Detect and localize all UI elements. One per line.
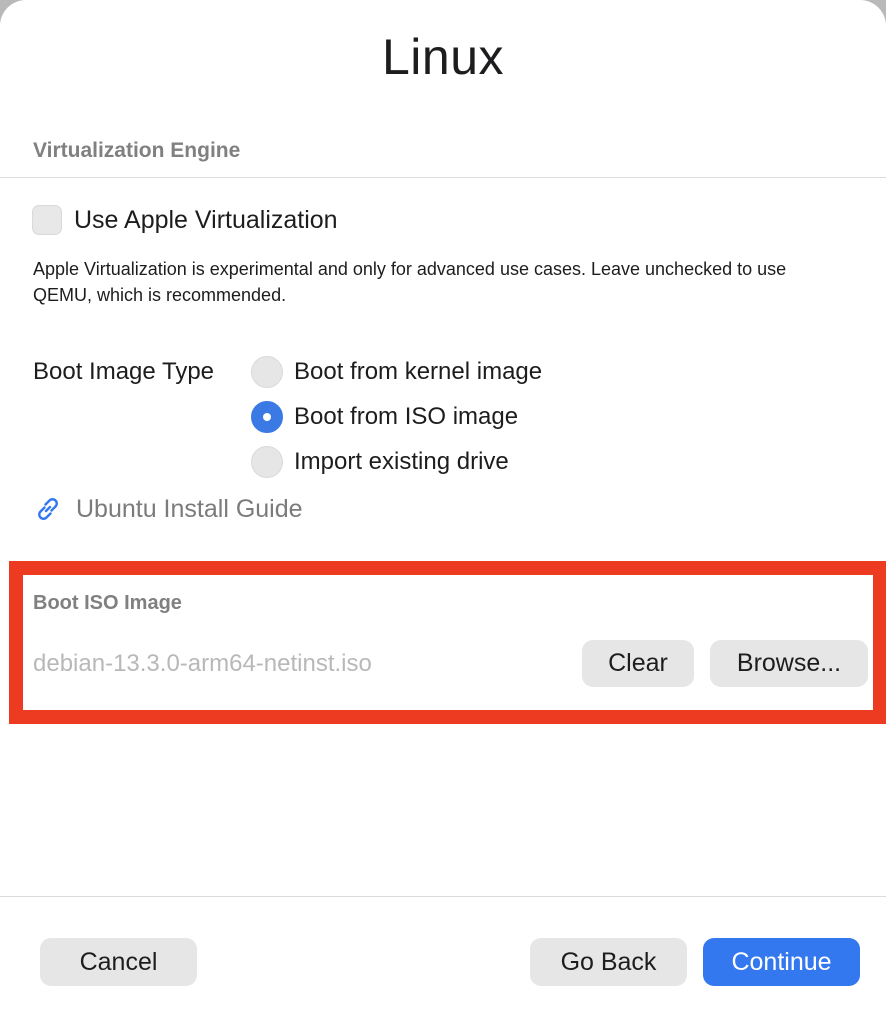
virtualization-description: Apple Virtualization is experimental and…	[33, 259, 787, 305]
continue-button[interactable]: Continue	[703, 938, 860, 986]
link-icon	[38, 498, 58, 520]
radio-label: Boot from ISO image	[294, 403, 519, 430]
boot-image-type-label: Boot Image Type	[33, 358, 215, 385]
radio-label: Import existing drive	[294, 448, 509, 475]
radio-button[interactable]	[251, 356, 283, 388]
radio-boot-iso[interactable]: Boot from ISO image	[251, 401, 518, 433]
iso-file-path: debian-13.3.0-arm64-netinst.iso	[33, 650, 372, 677]
radio-button-selected[interactable]	[251, 401, 283, 433]
radio-button[interactable]	[251, 446, 283, 478]
header-divider	[0, 177, 886, 178]
apple-virtualization-checkbox-row[interactable]: Use Apple Virtualization	[32, 205, 338, 235]
linux-setup-window: Linux Virtualization Engine Use Apple Vi…	[0, 0, 886, 1018]
clear-button[interactable]: Clear	[582, 640, 694, 687]
boot-iso-image-header: Boot ISO Image	[33, 592, 182, 614]
radio-import-drive[interactable]: Import existing drive	[251, 446, 509, 478]
cancel-button[interactable]: Cancel	[40, 938, 197, 986]
page-title: Linux	[381, 29, 505, 85]
virtualization-engine-header: Virtualization Engine	[33, 139, 241, 162]
guide-link-text: Ubuntu Install Guide	[76, 494, 303, 523]
radio-label: Boot from kernel image	[294, 358, 543, 385]
radio-boot-kernel[interactable]: Boot from kernel image	[251, 356, 542, 388]
ubuntu-install-guide-link[interactable]: Ubuntu Install Guide	[33, 494, 303, 524]
apple-virtualization-checkbox[interactable]	[32, 205, 62, 235]
footer-divider	[0, 896, 886, 897]
go-back-button[interactable]: Go Back	[530, 938, 687, 986]
apple-virtualization-label: Use Apple Virtualization	[74, 205, 338, 234]
browse-button[interactable]: Browse...	[710, 640, 868, 687]
